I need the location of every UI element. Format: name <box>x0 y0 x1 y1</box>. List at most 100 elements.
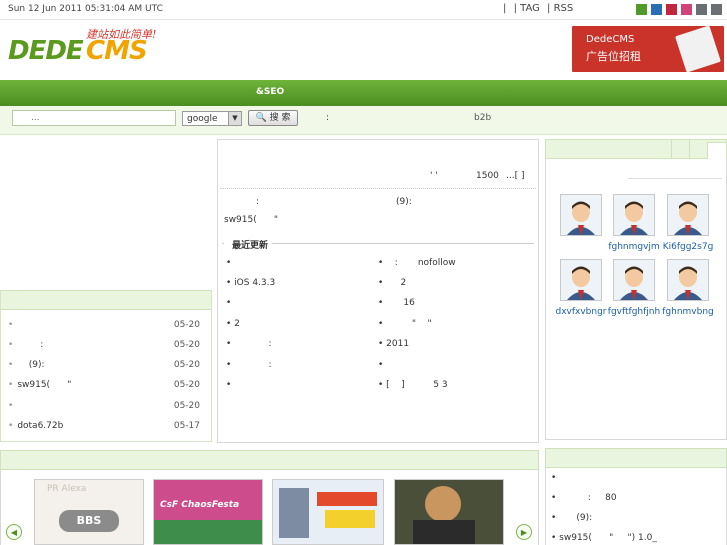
theme-swatch-red[interactable] <box>666 4 677 15</box>
latest-item[interactable]: • : <box>226 339 272 349</box>
latest-item[interactable]: • 2 <box>378 278 406 288</box>
user-avatar-icon <box>561 260 601 300</box>
list-item-date: 05-20 <box>173 401 200 411</box>
user-name-link[interactable]: Ki6fgg2s7g <box>658 242 718 252</box>
list-item[interactable]: • dota6.72b 05-17 <box>8 421 204 435</box>
logo-main-text: DEDE <box>8 36 84 66</box>
middle-panel <box>217 139 539 443</box>
list-item-date: 05-20 <box>173 340 200 350</box>
bullet-icon: • <box>8 401 14 411</box>
headline-more-link[interactable]: ...[ ] <box>506 171 524 181</box>
user-avatar-icon <box>668 195 708 235</box>
search-engine-select[interactable]: google ▼ <box>182 111 242 126</box>
game-art-icon <box>154 520 262 544</box>
bullet-icon: • <box>8 320 14 330</box>
list-item[interactable]: • 05-20 <box>8 320 204 334</box>
avatar[interactable] <box>667 259 709 301</box>
user-avatar-icon <box>614 260 654 300</box>
latest-item[interactable]: • : nofollow <box>378 258 456 268</box>
site-logo[interactable]: 建站如此简单! DEDE CMS <box>8 26 173 70</box>
person-icon <box>279 488 309 538</box>
ad-line-1: DedeCMS <box>586 34 635 45</box>
avatar[interactable] <box>560 194 602 236</box>
bullet-icon: • <box>8 380 14 390</box>
list-item-title: : <box>17 340 44 350</box>
hot-search-label: : <box>326 113 330 123</box>
user-name-link[interactable]: dxvfxvbngr <box>551 307 611 317</box>
user-name-link[interactable]: fghnmgvjm <box>604 242 664 252</box>
top-link-divider: | <box>503 3 507 14</box>
user-name-link[interactable]: fgvftfghfjnh <box>604 307 664 317</box>
latest-updates-heading: 最近更新 <box>224 238 273 251</box>
ad-paper-icon <box>675 25 721 73</box>
word-cloud-icon: PR Alexa <box>47 484 87 494</box>
hot-search-link[interactable]: b2b <box>474 113 491 123</box>
latest-item[interactable]: • [ ] 5 3 <box>378 380 448 390</box>
list-item[interactable]: • sw915( " 05-20 <box>8 380 204 394</box>
rss-link[interactable]: | RSS <box>547 3 573 14</box>
latest-item[interactable]: • iOS 4.3.3 <box>226 278 275 288</box>
theme-swatch-pink[interactable] <box>681 4 692 15</box>
headline-count: 1500 <box>476 171 499 181</box>
header-ad-banner[interactable]: DedeCMS 广告位招租 <box>572 25 724 73</box>
summary-nine: (9): <box>396 197 412 207</box>
theme-swatch-gray[interactable] <box>696 4 707 15</box>
tab-divider <box>671 139 672 159</box>
avatar[interactable] <box>667 194 709 236</box>
scroll-left-button[interactable]: ◀ <box>6 524 22 540</box>
gallery-image[interactable]: BBS PR Alexa <box>34 479 144 545</box>
list-item-date: 05-20 <box>173 320 200 330</box>
gallery-image[interactable] <box>272 479 384 545</box>
list-item-title: sw915( " ") 1.0_ <box>559 533 657 543</box>
latest-item[interactable]: • 2011 <box>378 339 409 349</box>
nav-item-seo[interactable]: &SEO <box>256 87 284 97</box>
latest-item-title: [ ] 5 3 <box>386 380 448 390</box>
tab-active[interactable] <box>707 142 727 159</box>
list-item[interactable]: • <box>551 473 559 483</box>
top-links: | | TAG | RSS <box>503 3 577 14</box>
headline-quote: ' ' <box>430 171 438 181</box>
list-item-title: sw915( " <box>17 380 72 390</box>
theme-swatch-green[interactable] <box>636 4 647 15</box>
list-item[interactable]: • (9): <box>551 513 592 523</box>
divider <box>220 188 536 189</box>
theme-swatch-dark[interactable] <box>711 4 722 15</box>
avatar[interactable] <box>613 194 655 236</box>
list-item[interactable]: • : 05-20 <box>8 340 204 354</box>
latest-item[interactable]: • <box>226 380 237 390</box>
search-button[interactable]: 🔍 搜 索 <box>248 110 298 126</box>
list-item-date: 05-17 <box>173 421 200 431</box>
latest-item[interactable]: • <box>226 258 237 268</box>
divider <box>628 178 722 179</box>
latest-item[interactable]: • : <box>226 360 272 370</box>
avatar[interactable] <box>560 259 602 301</box>
bullet-icon: • <box>8 360 14 370</box>
avatar[interactable] <box>613 259 655 301</box>
list-item[interactable]: • (9): 05-20 <box>8 360 204 374</box>
tag-link[interactable]: | TAG <box>514 3 540 14</box>
gallery-image[interactable] <box>394 479 504 545</box>
summary-link[interactable]: sw915( " <box>224 215 278 225</box>
latest-item[interactable]: • <box>378 360 386 370</box>
right-bottom-header <box>545 448 727 468</box>
scroll-right-button[interactable]: ▶ <box>516 524 532 540</box>
latest-item[interactable]: • 16 <box>378 298 415 308</box>
chevron-down-icon: ▼ <box>228 112 241 125</box>
list-item[interactable]: • : 80 <box>551 493 617 503</box>
latest-item-title: : nofollow <box>386 258 456 268</box>
latest-item[interactable]: • <box>226 298 237 308</box>
right-panel-tabs <box>545 139 727 159</box>
search-engine-value: google <box>187 114 218 124</box>
latest-item-title: 2 <box>234 319 240 329</box>
gallery-image[interactable]: CsF ChaosFesta <box>153 479 263 545</box>
promo-banner-icon <box>317 492 377 506</box>
list-item[interactable]: • 05-20 <box>8 401 204 415</box>
latest-item[interactable]: • " " <box>378 319 432 329</box>
search-input[interactable]: ... <box>12 110 176 126</box>
logo-accent-text: CMS <box>86 36 148 66</box>
chevron-right-icon: ▶ <box>520 528 528 537</box>
latest-item[interactable]: • 2 <box>226 319 240 329</box>
theme-swatch-blue[interactable] <box>651 4 662 15</box>
user-name-link[interactable]: fghnmvbng <box>658 307 718 317</box>
list-item[interactable]: • sw915( " ") 1.0_ <box>551 533 657 543</box>
